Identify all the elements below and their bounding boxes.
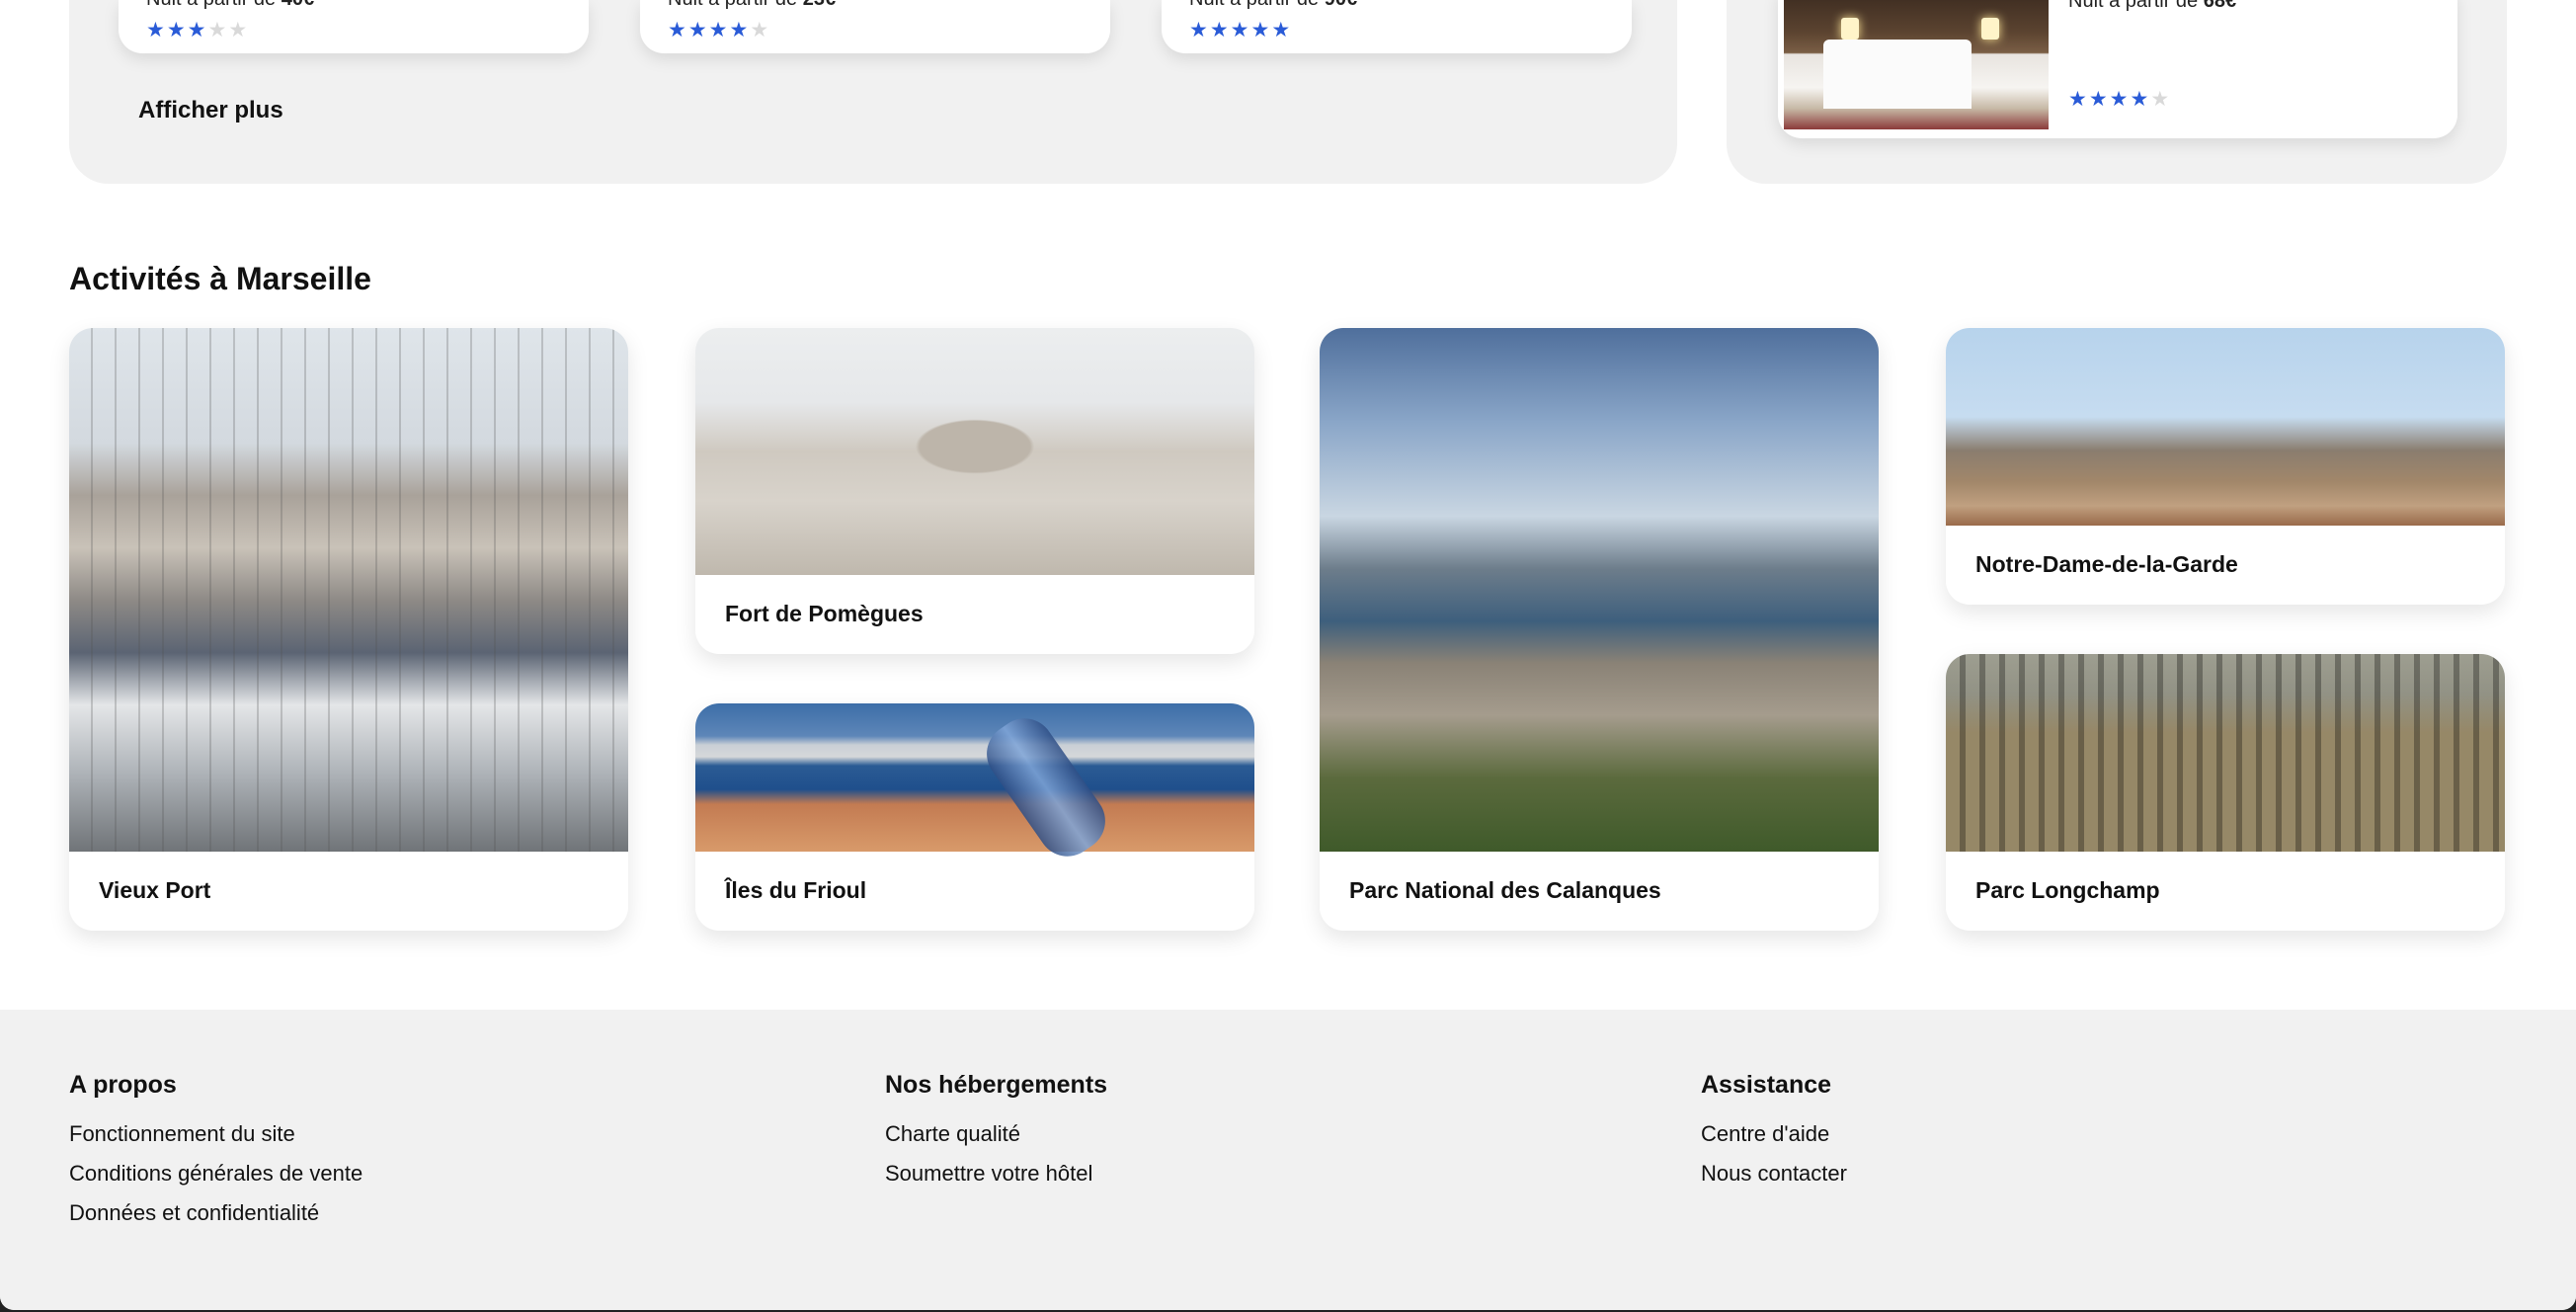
star-icon: ★	[708, 19, 728, 41]
hotel-card[interactable]: Nuit à partir de 90€ ★★★★★	[1162, 0, 1632, 53]
footer-link[interactable]: Nous contacter	[1701, 1161, 1847, 1187]
footer-col-assistance: Assistance Centre d'aide Nous contacter	[1701, 1071, 1847, 1200]
activity-image	[1946, 328, 2505, 526]
featured-hotel-card[interactable]: Nuit à partir de 68€ ★ ★ ★ ★ ★	[1778, 0, 2457, 138]
footer-link[interactable]: Soumettre votre hôtel	[885, 1161, 1107, 1187]
footer-link[interactable]: Conditions générales de vente	[69, 1161, 362, 1187]
activity-image	[1320, 328, 1879, 852]
hotel-price: Nuit à partir de 90€	[1189, 0, 1357, 11]
footer-link[interactable]: Fonctionnement du site	[69, 1121, 362, 1147]
show-more-link[interactable]: Afficher plus	[138, 97, 283, 124]
footer-col-about: A propos Fonctionnement du site Conditio…	[69, 1071, 362, 1240]
footer-heading: A propos	[69, 1071, 177, 1099]
footer-heading: Nos hébergements	[885, 1071, 1108, 1099]
hotel-card[interactable]: Nuit à partir de 40€ ★★★★★	[119, 0, 589, 53]
star-icon: ★	[187, 19, 206, 41]
activity-label: Notre-Dame-de-la-Garde	[1975, 551, 2238, 577]
hotel-price: Nuit à partir de 23€	[668, 0, 836, 11]
rating-stars: ★ ★ ★ ★ ★	[146, 20, 247, 41]
section-title: Activités à Marseille	[69, 261, 371, 296]
hotel-room-image	[1784, 0, 2049, 129]
rating-stars: ★ ★ ★ ★ ★	[1189, 20, 1290, 41]
activity-label: Parc National des Calanques	[1349, 877, 1661, 903]
activity-image	[1946, 654, 2505, 852]
activity-card-calanques[interactable]: Parc National des Calanques	[1320, 328, 1879, 931]
star-icon: ★	[1209, 19, 1229, 41]
activity-image	[69, 328, 628, 852]
star-icon: ★	[2109, 88, 2129, 111]
page: Nuit à partir de 40€ ★★★★★ Nuit à partir…	[0, 0, 2576, 1310]
star-icon: ★	[2068, 88, 2087, 111]
star-icon: ★	[146, 19, 165, 41]
footer-col-accommodations: Nos hébergements Charte qualité Soumettr…	[885, 1071, 1107, 1200]
activity-card-notre-dame[interactable]: Notre-Dame-de-la-Garde	[1946, 328, 2505, 605]
footer-link[interactable]: Charte qualité	[885, 1121, 1107, 1147]
activity-card-iles-frioul[interactable]: Îles du Frioul	[695, 703, 1254, 931]
activity-label: Parc Longchamp	[1975, 877, 2160, 903]
star-icon: ★	[2088, 88, 2108, 111]
activity-image	[695, 328, 1254, 575]
activity-card-vieux-port[interactable]: Vieux Port	[69, 328, 628, 931]
footer-link[interactable]: Données et confidentialité	[69, 1200, 362, 1226]
hotel-price: Nuit à partir de 68€	[2068, 0, 2237, 12]
activity-card-fort-pomegues[interactable]: Fort de Pomègues	[695, 328, 1254, 654]
footer: A propos Fonctionnement du site Conditio…	[0, 1010, 2576, 1310]
hotel-card[interactable]: Nuit à partir de 23€ ★★★★★	[640, 0, 1110, 53]
activity-image	[695, 703, 1254, 868]
star-icon: ★	[228, 19, 248, 41]
star-icon: ★	[1271, 19, 1291, 41]
star-icon: ★	[1189, 19, 1208, 41]
footer-heading: Assistance	[1701, 1071, 1832, 1099]
star-icon: ★	[1250, 19, 1270, 41]
star-icon: ★	[687, 19, 707, 41]
star-icon: ★	[2130, 88, 2149, 111]
hotel-price: Nuit à partir de 40€	[146, 0, 314, 11]
star-icon: ★	[750, 19, 769, 41]
star-icon: ★	[1230, 19, 1249, 41]
rating-stars: ★ ★ ★ ★ ★	[668, 20, 768, 41]
activity-label: Fort de Pomègues	[725, 601, 924, 626]
star-icon: ★	[668, 19, 686, 41]
star-icon: ★	[729, 19, 749, 41]
star-icon: ★	[2150, 88, 2170, 111]
rating-stars: ★ ★ ★ ★ ★	[2068, 89, 2169, 110]
footer-link[interactable]: Centre d'aide	[1701, 1121, 1847, 1147]
activity-card-longchamp[interactable]: Parc Longchamp	[1946, 654, 2505, 931]
activity-label: Vieux Port	[99, 877, 211, 903]
star-icon: ★	[207, 19, 227, 41]
star-icon: ★	[166, 19, 186, 41]
activity-label: Îles du Frioul	[725, 877, 867, 903]
